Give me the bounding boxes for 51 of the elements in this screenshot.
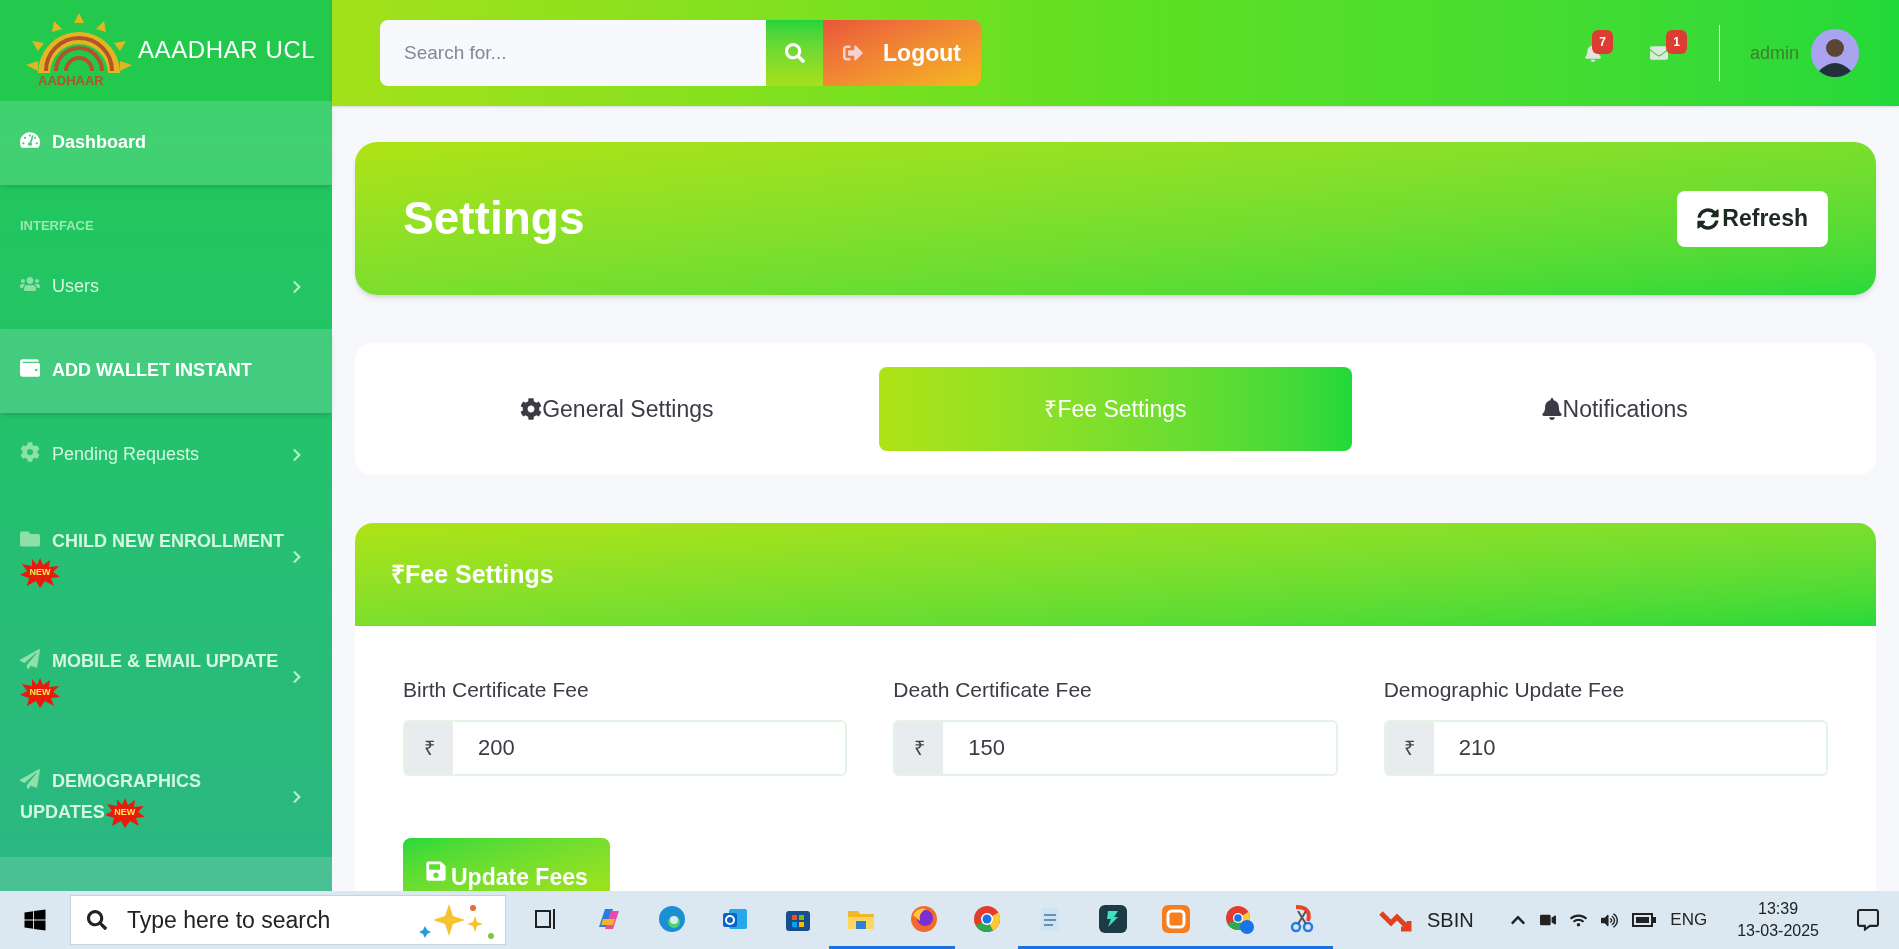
battery-icon[interactable] (1632, 913, 1657, 927)
settings-tab[interactable]: General Settings (380, 367, 854, 451)
gear-icon (520, 398, 543, 420)
envelope-icon (1649, 44, 1668, 62)
brand-name: AAADHAR UCL (138, 35, 316, 66)
logout-button[interactable]: Logout (823, 20, 981, 86)
alerts-button[interactable]: 7 (1562, 28, 1623, 78)
sidebar-item[interactable]: MOBILE & EMAIL UPDATE NEW (0, 616, 332, 737)
taskbar-search-field[interactable]: Type here to search (127, 902, 417, 938)
new-badge: NEW (104, 797, 145, 828)
messages-button[interactable]: 1 (1628, 28, 1689, 78)
date: 13-03-2025 (1737, 921, 1819, 941)
time: 13:39 (1758, 899, 1799, 919)
paper-plane-icon (20, 648, 40, 669)
card-title: ₹Fee Settings (391, 558, 554, 590)
search-icon (87, 910, 107, 930)
camera-icon[interactable] (1540, 912, 1557, 928)
search-icon (784, 43, 805, 63)
refresh-button[interactable]: Refresh (1677, 190, 1828, 247)
messages-count: 1 (1666, 30, 1687, 54)
new-badge: NEW (20, 677, 60, 708)
field-label: Death Certificate Fee (893, 677, 1093, 703)
paper-plane-icon (20, 768, 40, 789)
bell-icon (1540, 398, 1563, 420)
new-badge: NEW (20, 557, 60, 588)
fingerprint-sun-logo: AADHAAR (24, 13, 134, 88)
refresh-icon (1697, 207, 1720, 230)
speaker-icon[interactable] (1601, 911, 1619, 929)
gear-icon (20, 442, 40, 463)
taskbar-search-box[interactable]: Type here to search (70, 895, 506, 945)
wallet-icon (20, 358, 40, 379)
sidebar-item[interactable]: CHILD NEW ENROLLMENT NEW (0, 496, 332, 617)
section-heading: INTERFACE (20, 217, 94, 233)
user-name: admin (1749, 41, 1799, 65)
save-icon (425, 859, 447, 882)
sidebar-item[interactable]: DEMOGRAPHICS UPDATES NEW (0, 736, 332, 857)
settings-tab[interactable]: Notifications (1377, 367, 1851, 451)
language-indicator[interactable]: ENG (1670, 907, 1708, 933)
clock[interactable]: 13:39 13-03-2025 (1721, 898, 1835, 942)
notifications-icon[interactable] (1857, 909, 1879, 931)
windows-icon (23, 908, 47, 932)
sign-out-icon (843, 43, 864, 63)
field-label: Birth Certificate Fee (403, 677, 590, 703)
stock-ticker: SBIN (1427, 908, 1474, 933)
field-label: Demographic Update Fee (1383, 677, 1626, 703)
video-editor-icon[interactable] (1096, 902, 1129, 935)
alerts-count: 7 (1592, 30, 1613, 54)
gauge-icon (20, 130, 40, 151)
avatar[interactable] (1811, 29, 1859, 77)
search-field[interactable]: Search for... (380, 20, 766, 86)
page-title: Settings (403, 191, 585, 246)
